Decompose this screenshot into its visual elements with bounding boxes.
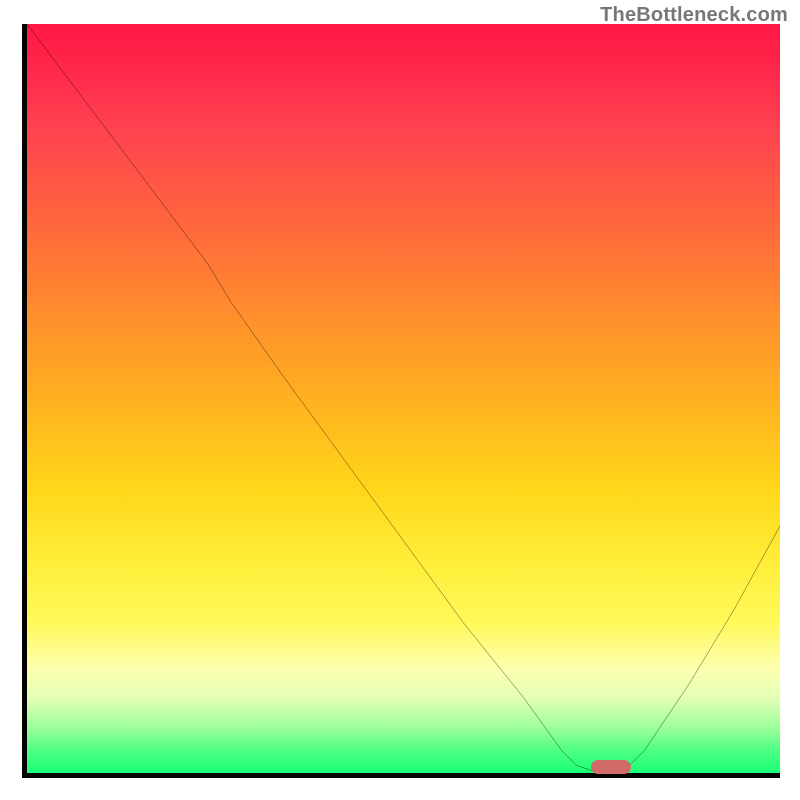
bottleneck-curve [27,24,780,773]
chart-axes-frame [22,24,780,778]
optimal-point-marker [591,760,631,774]
